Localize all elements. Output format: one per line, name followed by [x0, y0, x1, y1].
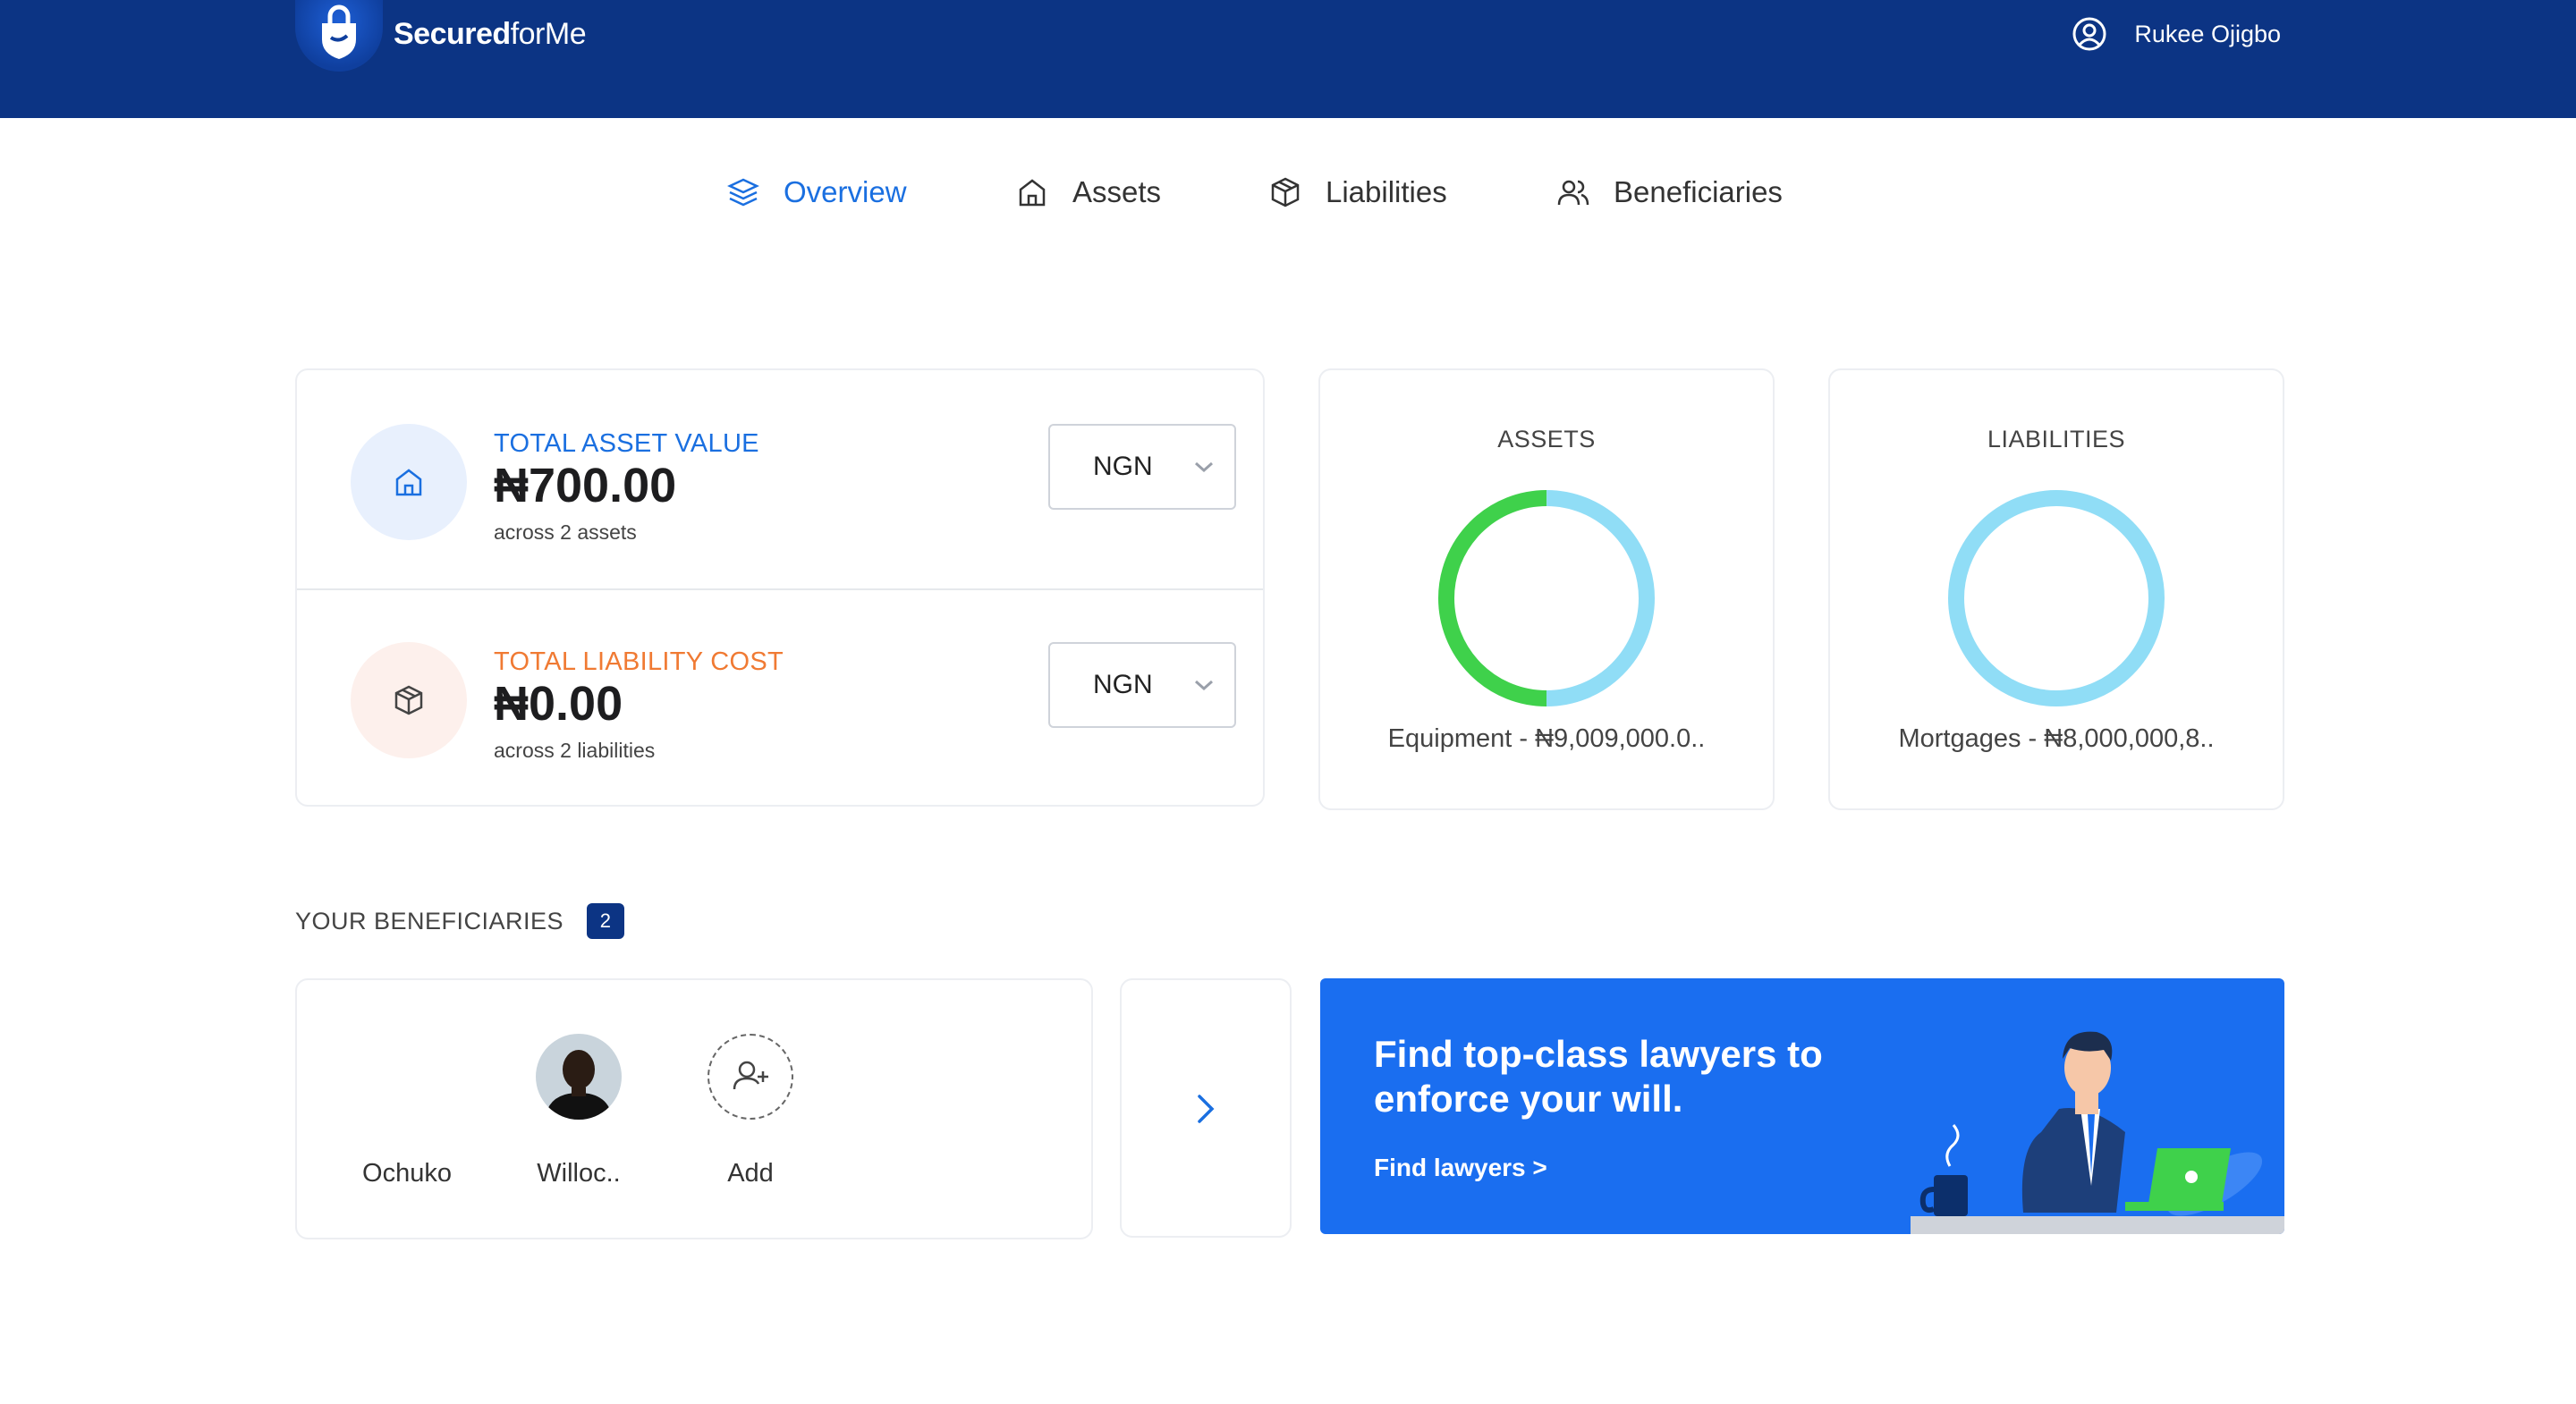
promo-headline: Find top-class lawyers to enforce your w… — [1374, 1033, 1823, 1120]
add-beneficiary-button[interactable]: Add — [683, 1034, 818, 1188]
top-header: SecuredforMe Rukee Ojigbo — [0, 0, 2576, 118]
chevron-down-icon — [1195, 461, 1213, 473]
tab-beneficiaries[interactable]: Beneficiaries — [1556, 161, 1783, 224]
divider — [297, 588, 1263, 590]
assets-chart-legend: Equipment - ₦9,009,000.0.. — [1387, 724, 1706, 753]
beneficiary-name: Ochuko — [362, 1159, 452, 1188]
user-name: Rukee Ojigbo — [2134, 20, 2281, 47]
tab-overview[interactable]: Overview — [726, 161, 907, 224]
asset-icon-circle — [351, 424, 467, 540]
liabilities-chart-card: LIABILITIES Mortgages - ₦8,000,000,8.. — [1828, 368, 2284, 810]
liabilities-chart-legend: Mortgages - ₦8,000,000,8.. — [1898, 724, 2215, 753]
avatar — [536, 1034, 622, 1120]
find-lawyers-banner[interactable]: Find top-class lawyers to enforce your w… — [1320, 978, 2284, 1234]
chevron-right-icon — [1198, 1095, 1215, 1123]
beneficiary-item[interactable]: Willoc.. — [512, 1034, 646, 1188]
beneficiaries-card: Ochuko Willoc.. Add — [295, 978, 1093, 1239]
tab-liabilities[interactable]: Liabilities — [1268, 161, 1447, 224]
box-icon — [1271, 177, 1300, 207]
total-asset-sub: across 2 assets — [494, 520, 637, 544]
beneficiary-name: Willoc.. — [537, 1159, 621, 1188]
user-circle-icon — [2072, 17, 2106, 51]
next-beneficiaries-button[interactable] — [1120, 978, 1292, 1238]
user-menu[interactable]: Rukee Ojigbo — [2072, 16, 2281, 52]
box-icon — [394, 685, 423, 715]
avatar — [364, 1034, 450, 1120]
liability-currency-select[interactable]: NGN — [1048, 642, 1236, 728]
liability-icon-circle — [351, 642, 467, 758]
lawyer-illustration — [1911, 1031, 2284, 1234]
totals-card: TOTAL ASSET VALUE ₦700.00 across 2 asset… — [295, 368, 1265, 807]
brand-name: SecuredforMe — [394, 16, 587, 51]
brand-logo[interactable]: SecuredforMe — [295, 0, 587, 72]
home-icon — [395, 469, 422, 496]
assets-donut-chart — [1438, 490, 1655, 706]
liabilities-chart-title: LIABILITIES — [1987, 426, 2126, 452]
total-liability-label: TOTAL LIABILITY COST — [494, 647, 784, 676]
assets-chart-title: ASSETS — [1497, 426, 1596, 452]
asset-currency-select[interactable]: NGN — [1048, 424, 1236, 510]
chevron-down-icon — [1195, 680, 1213, 691]
main-tabs: Overview Assets Liabilities Beneficiarie… — [0, 161, 2576, 224]
tab-assets[interactable]: Assets — [1015, 161, 1161, 224]
add-beneficiary-label: Add — [727, 1159, 774, 1188]
donut-slice-mortgages — [1948, 490, 2165, 706]
beneficiaries-count-badge: 2 — [587, 903, 625, 939]
total-liability-amount: ₦0.00 — [494, 677, 623, 731]
home-icon — [1019, 179, 1046, 207]
total-asset-stat: TOTAL ASSET VALUE ₦700.00 across 2 asset… — [351, 424, 1236, 544]
liabilities-donut-chart — [1948, 490, 2165, 706]
assets-chart-card: ASSETS Equipment - ₦9,009,000.0.. — [1318, 368, 1775, 810]
add-user-icon — [708, 1034, 793, 1120]
users-icon — [1557, 180, 1589, 206]
total-liability-stat: TOTAL LIABILITY COST ₦0.00 across 2 liab… — [351, 642, 1236, 762]
find-lawyers-link[interactable]: Find lawyers > — [1374, 1154, 1547, 1182]
beneficiaries-section-title: YOUR BENEFICIARIES 2 — [295, 903, 625, 939]
total-asset-label: TOTAL ASSET VALUE — [494, 429, 759, 458]
lock-shield-icon — [295, 0, 383, 72]
beneficiary-item[interactable]: Ochuko — [340, 1034, 474, 1188]
total-asset-amount: ₦700.00 — [494, 459, 677, 512]
total-liability-sub: across 2 liabilities — [494, 739, 656, 762]
layers-icon — [727, 178, 759, 207]
